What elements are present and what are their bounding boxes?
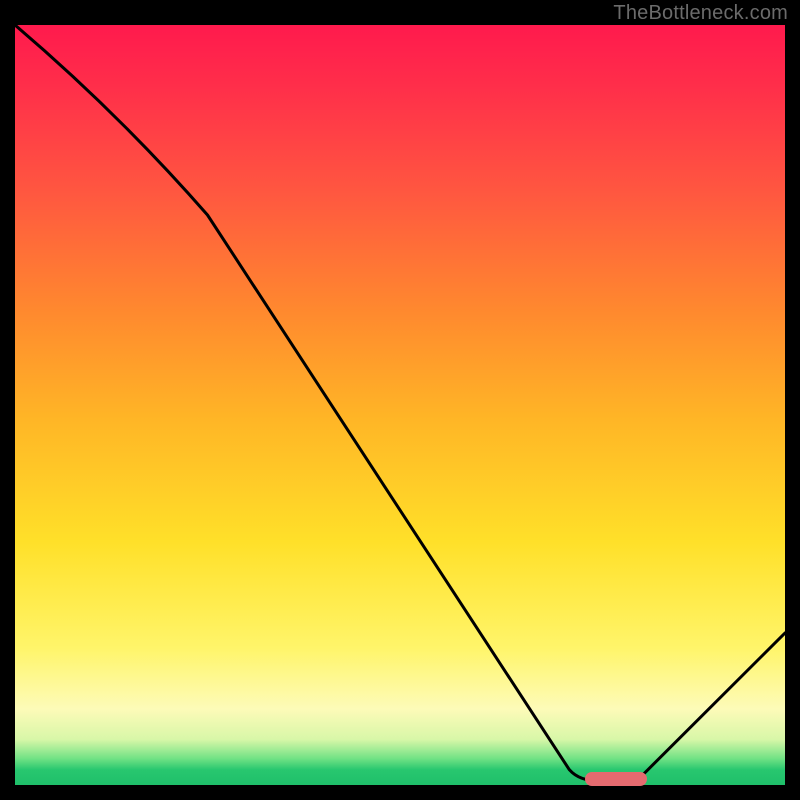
optimal-range-marker [585,772,647,786]
plot-area [15,25,785,785]
watermark-text: TheBottleneck.com [613,2,788,25]
bottleneck-curve [15,25,785,785]
chart-frame [15,25,785,785]
